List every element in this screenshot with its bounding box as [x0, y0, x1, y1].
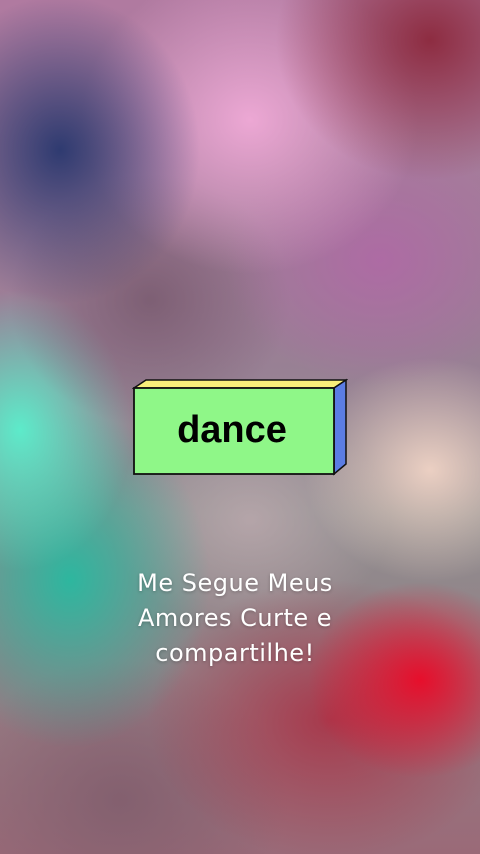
caption-text: Me Segue Meus Amores Curte e compartilhe…	[90, 566, 380, 671]
caption-line-2: Amores Curte e	[137, 604, 333, 632]
sticker-label: dance	[177, 408, 287, 451]
sticker-side-face	[333, 378, 347, 476]
dance-sticker: dance	[132, 378, 348, 476]
caption-line-1: Me Segue Meus	[137, 569, 333, 597]
sticker-top-face	[132, 379, 348, 389]
video-screen: dance Me Segue Meus Amores Curte e compa…	[0, 0, 480, 854]
caption-line-3: compartilhe!	[155, 639, 315, 667]
